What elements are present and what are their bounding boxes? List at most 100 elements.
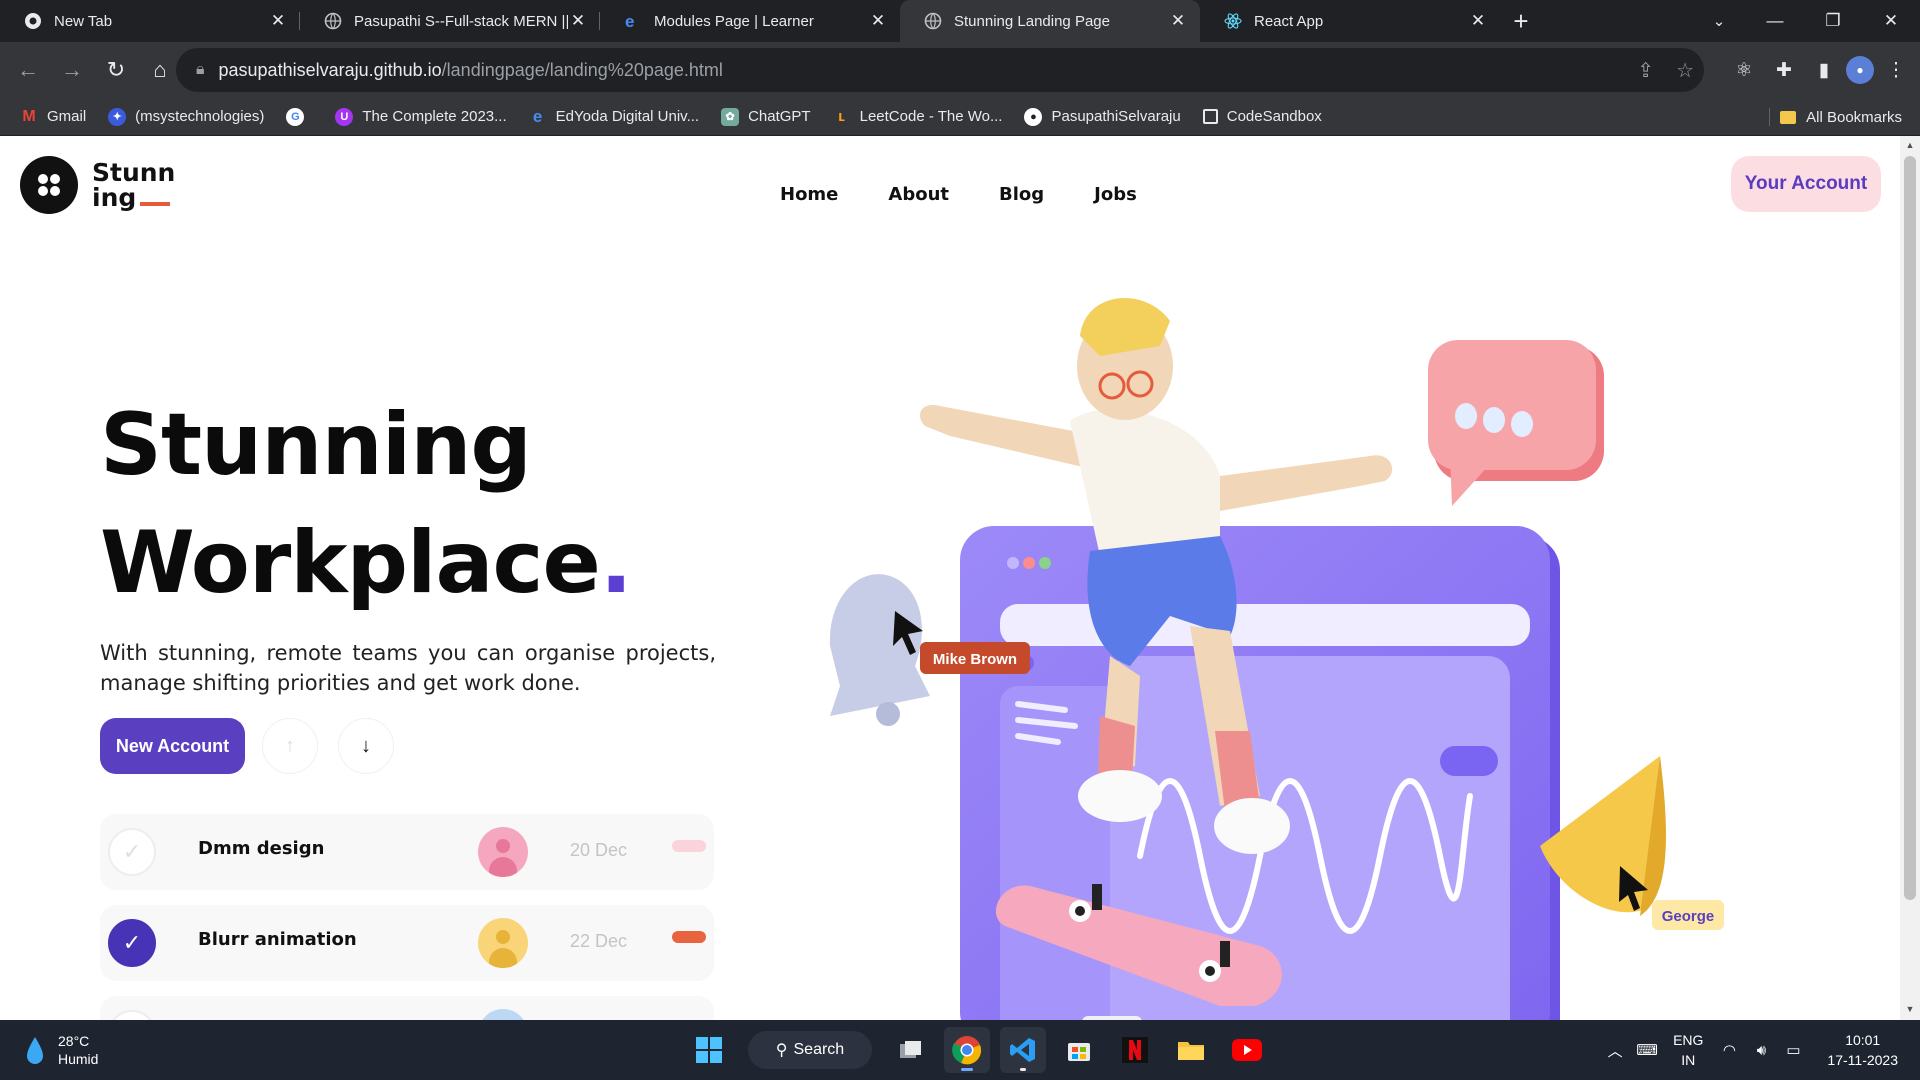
- window-controls: — ❐ ✕: [1746, 0, 1920, 42]
- extensions-icon[interactable]: ✚: [1766, 52, 1802, 88]
- task-date: 20 Dec: [570, 840, 628, 860]
- nav-home[interactable]: Home: [780, 184, 838, 205]
- task-card[interactable]: ✓ Dmm design 20 Dec: [100, 814, 714, 890]
- close-icon[interactable]: ✕: [1168, 11, 1188, 31]
- address-bar[interactable]: 🔒︎ pasupathiselvaraju.github.io/landingp…: [176, 48, 1704, 92]
- url-path: /landingpage/landing%20page.html: [441, 59, 723, 80]
- bookmark-leetcode[interactable]: ʟ LeetCode - The Wo...: [833, 108, 1002, 126]
- chrome-taskbar-icon[interactable]: [944, 1027, 990, 1073]
- search-icon: ⚲: [775, 1042, 788, 1059]
- tab-pasupathi[interactable]: Pasupathi S--Full-stack MERN || ✕: [300, 0, 600, 42]
- clock[interactable]: 10:01 17-11-2023: [1827, 1030, 1898, 1070]
- task-name: Dmm design: [198, 838, 325, 859]
- volume-icon[interactable]: 🔊︎: [1745, 1042, 1777, 1059]
- status-pill: [672, 931, 706, 943]
- bookmark-star-icon[interactable]: ☆: [1676, 58, 1694, 83]
- scroll-down-icon[interactable]: ▼: [1904, 1004, 1916, 1016]
- menu-icon[interactable]: ⋮: [1878, 52, 1914, 88]
- close-window-icon[interactable]: ✕: [1862, 0, 1920, 42]
- chrome-icon: [24, 12, 42, 30]
- system-tray: ︿ ⌨ ENG IN ◠ 🔊︎ ▭ 10:01 17-11-2023: [1599, 1020, 1920, 1080]
- keyboard-icon[interactable]: ⌨: [1631, 1041, 1663, 1059]
- nav-jobs[interactable]: Jobs: [1094, 184, 1137, 205]
- edyoda-icon: e: [532, 106, 543, 126]
- hero-description: With stunning, remote teams you can orga…: [100, 641, 716, 695]
- check-circle-icon[interactable]: ✓: [108, 919, 156, 967]
- reload-icon[interactable]: ↻: [96, 50, 136, 90]
- bookmark-edyoda[interactable]: e EdYoda Digital Univ...: [529, 106, 699, 126]
- scrollbar-thumb[interactable]: [1904, 156, 1916, 900]
- react-devtools-icon[interactable]: ⚛: [1726, 52, 1762, 88]
- check-circle-icon[interactable]: ✓: [108, 1010, 156, 1020]
- github-icon: ●: [1024, 107, 1043, 126]
- nav-about[interactable]: About: [888, 184, 949, 205]
- new-tab-button[interactable]: +: [1500, 0, 1542, 42]
- bookmark-chatgpt[interactable]: ✿ ChatGPT: [721, 107, 811, 126]
- react-icon: [1224, 12, 1242, 30]
- bookmarks-bar: M Gmail ✦ (msystechnologies) G U The Com…: [0, 98, 1920, 136]
- hero-title: Stunning Workplace.: [100, 386, 633, 622]
- forward-icon[interactable]: →: [52, 50, 92, 90]
- bookmark-gmail[interactable]: M Gmail: [20, 108, 86, 126]
- bookmark-udemy[interactable]: U The Complete 2023...: [335, 107, 507, 126]
- close-icon[interactable]: ✕: [268, 11, 288, 31]
- task-card[interactable]: ✓ Blurr animation 22 Dec: [100, 905, 714, 981]
- windows-start-icon[interactable]: [686, 1027, 732, 1073]
- scroll-up-icon[interactable]: ▲: [1904, 140, 1916, 152]
- hero-line-1: Stunning: [100, 395, 532, 495]
- edyoda-icon: e: [624, 12, 642, 30]
- your-account-button[interactable]: Your Account: [1731, 156, 1881, 212]
- chevron-up-icon[interactable]: ︿: [1599, 1040, 1631, 1061]
- weather-widget[interactable]: 28°C Humid: [24, 1032, 98, 1068]
- file-explorer-icon[interactable]: [1168, 1027, 1214, 1073]
- check-circle-icon[interactable]: ✓: [108, 828, 156, 876]
- msys-icon: ✦: [108, 107, 127, 126]
- tab-modules[interactable]: e Modules Page | Learner ✕: [600, 0, 900, 42]
- chevron-down-icon[interactable]: ⌄: [1690, 0, 1748, 42]
- bookmark-codesandbox[interactable]: CodeSandbox: [1202, 108, 1322, 125]
- profile-avatar[interactable]: ●: [1846, 56, 1874, 84]
- globe-icon: [324, 12, 342, 30]
- wifi-icon[interactable]: ◠: [1713, 1041, 1745, 1059]
- minimize-icon[interactable]: —: [1746, 0, 1804, 42]
- page-scrollbar[interactable]: ▲ ▼: [1900, 136, 1920, 1020]
- side-panel-icon[interactable]: ▮: [1806, 52, 1842, 88]
- all-bookmarks[interactable]: All Bookmarks: [1780, 98, 1902, 136]
- vscode-icon[interactable]: [1000, 1027, 1046, 1073]
- avatar: [478, 918, 528, 968]
- home-icon[interactable]: ⌂: [140, 50, 180, 90]
- arrow-down-icon: ↓: [361, 734, 371, 757]
- task-card[interactable]: ✓: [100, 996, 714, 1020]
- back-icon[interactable]: ←: [8, 50, 48, 90]
- globe-icon: [924, 12, 942, 30]
- restore-icon[interactable]: ❐: [1804, 0, 1862, 42]
- bookmark-google[interactable]: G: [286, 107, 313, 126]
- nav-blog[interactable]: Blog: [999, 184, 1044, 205]
- tab-title: Pasupathi S--Full-stack MERN ||: [354, 12, 568, 30]
- store-icon[interactable]: [1056, 1027, 1102, 1073]
- battery-icon[interactable]: ▭: [1777, 1041, 1809, 1059]
- avatar: [478, 1009, 528, 1020]
- new-account-button[interactable]: New Account: [100, 718, 245, 774]
- language-indicator[interactable]: ENG IN: [1673, 1030, 1703, 1070]
- close-icon[interactable]: ✕: [1468, 11, 1488, 31]
- bookmark-github[interactable]: ● PasupathiSelvaraju: [1024, 107, 1181, 126]
- taskbar-search[interactable]: ⚲ Search: [748, 1031, 872, 1069]
- tab-stunning[interactable]: Stunning Landing Page ✕: [900, 0, 1200, 42]
- task-view-icon[interactable]: [888, 1027, 934, 1073]
- logo-text: Stunn ing: [92, 158, 176, 212]
- close-icon[interactable]: ✕: [868, 11, 888, 31]
- share-icon[interactable]: ⇪: [1637, 58, 1654, 83]
- close-icon[interactable]: ✕: [568, 11, 588, 31]
- arrow-up-button[interactable]: ↑: [262, 718, 318, 774]
- site-logo[interactable]: Stunn ing: [20, 156, 175, 214]
- arrow-down-button[interactable]: ↓: [338, 718, 394, 774]
- name-tag-left-text: Mike Brown: [933, 651, 1017, 668]
- divider: [1769, 108, 1770, 126]
- tab-react-app[interactable]: React App ✕: [1200, 0, 1500, 42]
- water-drop-icon: [27, 1037, 43, 1064]
- netflix-icon[interactable]: [1112, 1027, 1158, 1073]
- tab-new-tab[interactable]: New Tab ✕: [0, 0, 300, 42]
- youtube-icon[interactable]: [1224, 1027, 1270, 1073]
- bookmark-msys[interactable]: ✦ (msystechnologies): [108, 107, 264, 126]
